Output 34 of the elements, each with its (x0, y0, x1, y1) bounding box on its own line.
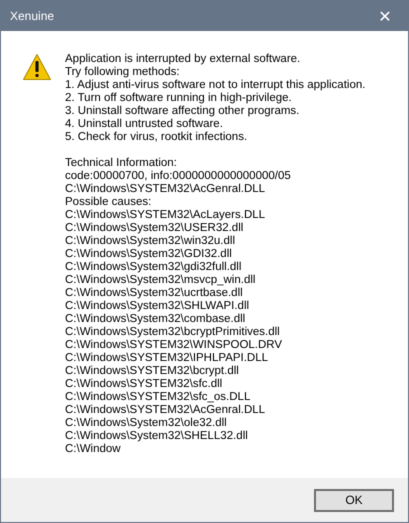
message-line: 1. Adjust anti-virus software not to interrupt this application. (65, 79, 366, 92)
technical-line: C:\Windows\SYSTEM32\sfc.dll (65, 378, 224, 391)
message-line: 3. Uninstall software affecting other programs. (65, 105, 300, 118)
message-line: 2. Turn off software running in high-privilege. (65, 92, 293, 105)
ok-button[interactable]: OK (314, 488, 394, 512)
technical-line: C:\Windows\System32\SHELL32.dll (65, 430, 249, 443)
technical-line: C:\Windows\System32\USER32.dll (65, 222, 244, 235)
window-title: Xenuine (10, 9, 54, 23)
technical-line: C:\Windows\SYSTEM32\AcGenral.DLL (65, 404, 266, 417)
technical-line: C:\Windows\System32\msvcp_win.dll (65, 274, 256, 287)
technical-line: C:\Windows\System32\win32u.dll (65, 235, 236, 248)
technical-line: C:\Windows\SYSTEM32\IPHLPAPI.DLL (65, 352, 270, 365)
warning-icon (22, 53, 52, 81)
technical-line: C:\Windows\System32\bcryptPrimitives.dll (65, 326, 281, 339)
message-line: 4. Uninstall untrusted software. (65, 118, 224, 131)
technical-line: C:\Window (65, 443, 122, 456)
technical-line: C:\Windows\SYSTEM32\WINSPOOL.DRV (65, 339, 284, 352)
technical-line: C:\Windows\System32\combase.dll (65, 313, 246, 326)
technical-line: C:\Windows\System32\SHLWAPI.dll (65, 300, 250, 313)
technical-line: Technical Information: (65, 157, 178, 170)
technical-line: C:\Windows\SYSTEM32\AcGenral.DLL (65, 183, 266, 196)
technical-line: C:\Windows\SYSTEM32\sfc_os.DLL (65, 391, 252, 404)
technical-line: C:\Windows\System32\ole32.dll (65, 417, 228, 430)
technical-line: C:\Windows\SYSTEM32\AcLayers.DLL (65, 209, 266, 222)
technical-line: code:00000700, info:0000000000000000/05 (65, 170, 292, 183)
message-line: 5. Check for virus, rootkit infections. (65, 131, 248, 144)
technical-line: C:\Windows\System32\GDI32.dll (65, 248, 233, 261)
close-button[interactable]: ✕ (362, 1, 408, 31)
technical-line: C:\Windows\System32\ucrtbase.dll (65, 287, 244, 300)
technical-line: C:\Windows\SYSTEM32\bcrypt.dll (65, 365, 240, 378)
technical-line: Possible causes: (65, 196, 152, 209)
technical-line: C:\Windows\System32\gdi32full.dll (65, 261, 242, 274)
message-line: Application is interrupted by external software. (65, 53, 302, 66)
message-line: Try following methods: (65, 66, 181, 79)
